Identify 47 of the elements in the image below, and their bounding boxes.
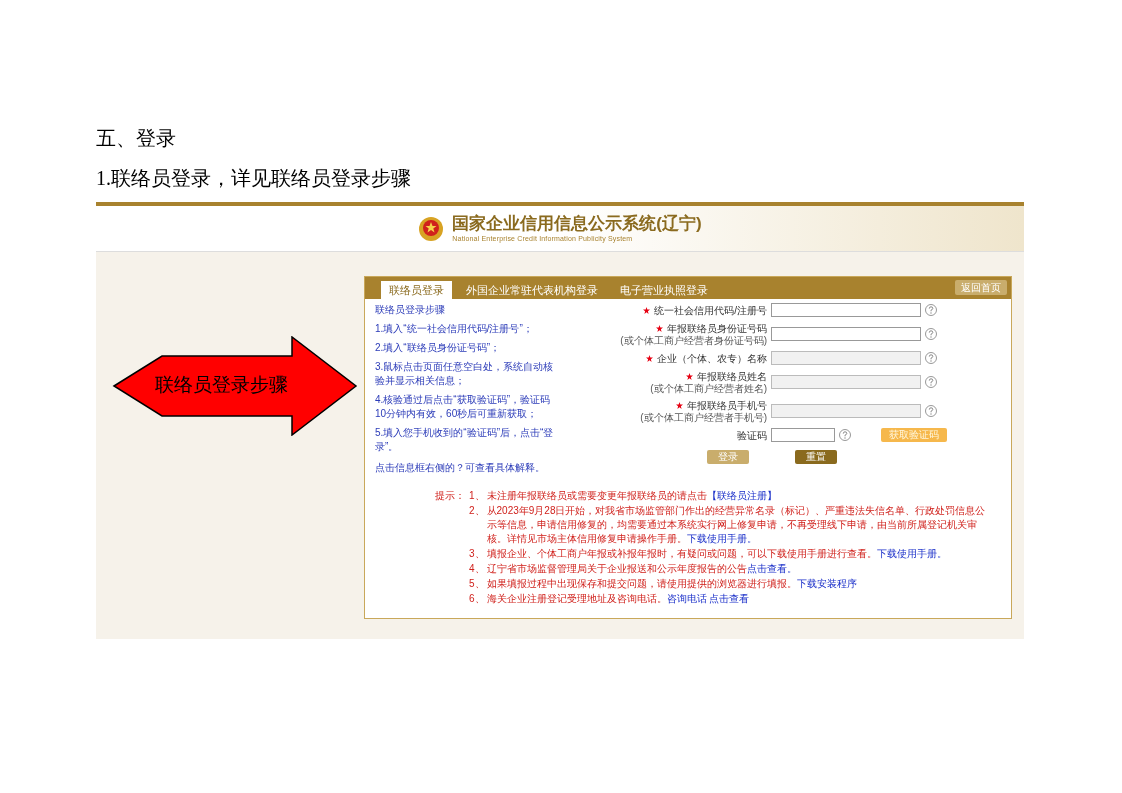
help-hint: 点击信息框右侧的？可查看具体解释。 (375, 461, 546, 475)
link[interactable]: 【联络员注册】 (706, 490, 777, 501)
link[interactable]: 下载使用手册。 (876, 548, 947, 559)
note-text: 填报企业、个体工商户年报或补报年报时，有疑问或问题，可以下载使用手册进行查看。下载使用手册。 (486, 547, 947, 561)
tab[interactable]: 联络员登录 (381, 281, 452, 299)
field-label: 年报联络员姓名 (697, 370, 767, 383)
notes-label: 提示： (435, 489, 465, 503)
input-field[interactable] (771, 327, 921, 341)
arrow-label: 联络员登录步骤 (155, 373, 288, 397)
tab[interactable]: 外国企业常驻代表机构登录 (458, 281, 606, 299)
note-number: 5、 (469, 577, 485, 591)
field-label: 验证码 (737, 428, 767, 442)
field-hint: (或个体工商户经营者身份证号码) (620, 335, 767, 346)
site-title: 国家企业信用信息公示系统(辽宁) (452, 214, 702, 234)
note-text: 海关企业注册登记受理地址及咨询电话。咨询电话 点击查看 (486, 592, 750, 606)
field-hint: (或个体工商户经营者手机号) (640, 412, 767, 423)
field-hint: (或个体工商户经营者姓名) (650, 383, 767, 394)
note-text: 未注册年报联络员或需要变更年报联络员的请点击【联络员注册】 (486, 489, 777, 503)
field-label: 年报联络员身份证号码 (667, 322, 767, 335)
link[interactable]: 点击查看。 (746, 563, 797, 574)
section-heading: 五、登录 (96, 126, 177, 151)
input-field[interactable] (771, 428, 835, 442)
field-label: 统一社会信用代码/注册号 (654, 303, 767, 317)
field-label: 年报联络员手机号 (687, 399, 767, 412)
tab[interactable]: 电子营业执照登录 (612, 281, 716, 299)
subheading: 1.联络员登录，详见联络员登录步骤 (96, 166, 412, 191)
link[interactable]: 下载安装程序 (796, 578, 857, 589)
note-number: 2、 (469, 504, 485, 518)
step-text: 2.填入“联络员身份证号码”； (375, 341, 501, 355)
step-text: 1.填入“统一社会信用代码/注册号”； (375, 322, 534, 336)
field-label: 企业（个体、农专）名称 (657, 351, 767, 365)
link[interactable]: 咨询电话 点击查看 (666, 593, 750, 604)
note-number: 1、 (469, 489, 485, 503)
steps-title: 联络员登录步骤 (375, 303, 446, 317)
input-field[interactable] (771, 303, 921, 317)
link[interactable]: 下载使用手册。 (686, 533, 757, 544)
note-number: 3、 (469, 547, 485, 561)
emblem-icon (418, 215, 445, 242)
note-text: 辽宁省市场监督管理局关于企业报送和公示年度报告的公告点击查看。 (486, 562, 797, 576)
note-number: 4、 (469, 562, 485, 576)
step-text: 3.鼠标点击页面任意空白处，系统自动核验并显示相关信息； (375, 360, 555, 388)
step-text: 5.填入您手机收到的“验证码”后，点击“登录”。 (375, 426, 555, 454)
reset-button[interactable]: 重置 (795, 450, 837, 464)
note-number: 6、 (469, 592, 485, 606)
note-text: 如果填报过程中出现保存和提交问题，请使用提供的浏览器进行填报。下载安装程序 (486, 577, 857, 591)
note-text: 从2023年9月28日开始，对我省市场监管部门作出的经营异常名录（标记）、严重违法失信名单、行政处罚信息公示等信息，申请信用修复的，均需要通过本系统实行网上修复申请，不再受理线下申请，由当前所属登记机关审核。详情见市场主体信用修复申请操作手册。下载使用手册。 (486, 504, 987, 546)
step-text: 4.核验通过后点击“获取验证码”，验证码10分钟内有效，60秒后可重新获取； (375, 393, 551, 421)
